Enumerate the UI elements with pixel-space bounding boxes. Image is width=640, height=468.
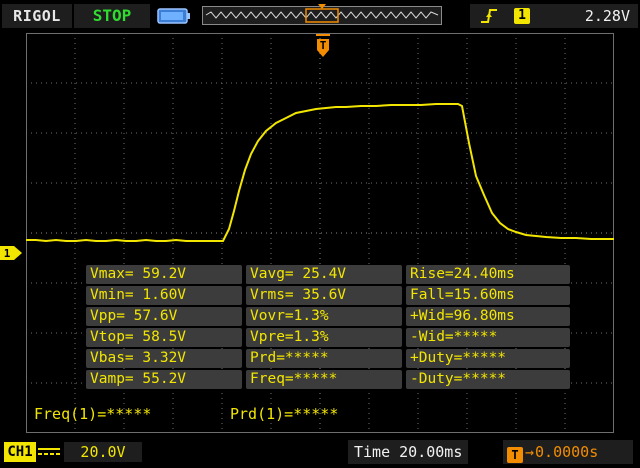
trigger-status[interactable]: 1 2.28V	[470, 4, 638, 28]
measurement-vpre: Vpre=1.3%	[246, 328, 402, 347]
dc-coupling-icon	[38, 448, 60, 455]
vertical-scale[interactable]: 20.0V	[64, 442, 142, 462]
measurement-vbase: Vbas= 3.32V	[86, 349, 242, 368]
measurement-vavg: Vavg= 25.4V	[246, 265, 402, 284]
battery-icon	[157, 8, 190, 24]
horizontal-timebase[interactable]: Time 20.00ms	[348, 440, 469, 464]
channel1-offset-marker[interactable]: 1	[0, 245, 24, 261]
run-stop-status[interactable]: STOP	[74, 4, 150, 28]
memory-timeline[interactable]	[202, 3, 442, 27]
trigger-level: 2.28V	[584, 7, 630, 25]
measurement-vpp: Vpp= 57.6V	[86, 307, 242, 326]
trigger-marker-label: T	[320, 39, 327, 52]
measurement-neg-width: -Wid=*****	[406, 328, 570, 347]
period-counter: Prd(1)=*****	[230, 405, 339, 423]
bottom-status-bar: CH1 20.0V Time 20.00ms T →0.0000s	[0, 438, 640, 468]
channel1-waveform	[26, 103, 614, 243]
measurement-freq: Freq=*****	[246, 370, 402, 389]
trigger-offset[interactable]: T →0.0000s	[503, 440, 633, 464]
measurement-period: Prd=*****	[246, 349, 402, 368]
channel1-badge[interactable]: CH1	[4, 442, 36, 462]
measurement-vrms: Vrms= 35.6V	[246, 286, 402, 305]
measurement-pos-width: +Wid=96.80ms	[406, 307, 570, 326]
trigger-offset-icon: T	[507, 447, 523, 463]
measurement-vmin: Vmin= 1.60V	[86, 286, 242, 305]
trigger-source-badge: 1	[514, 8, 530, 24]
measurement-pos-duty: +Duty=*****	[406, 349, 570, 368]
top-status-bar: RIGOL STOP 1 2.28V	[0, 0, 640, 32]
measurement-neg-duty: -Duty=*****	[406, 370, 570, 389]
measurement-panel: Vmax= 59.2V Vavg= 25.4V Rise=24.40ms Vmi…	[86, 265, 570, 389]
measurement-vtop: Vtop= 58.5V	[86, 328, 242, 347]
measurement-rise: Rise=24.40ms	[406, 265, 570, 284]
rising-edge-icon	[481, 9, 497, 23]
trigger-offset-value: 0.0000s	[535, 443, 599, 461]
measurement-fall: Fall=15.60ms	[406, 286, 570, 305]
channel-marker-label: 1	[4, 247, 11, 260]
brand-logo: RIGOL	[2, 4, 72, 28]
measurement-vmax: Vmax= 59.2V	[86, 265, 242, 284]
frequency-counter: Freq(1)=*****	[34, 405, 152, 423]
measurement-vamp: Vamp= 55.2V	[86, 370, 242, 389]
measurement-vovr: Vovr=1.3%	[246, 307, 402, 326]
trigger-position-marker[interactable]: T	[316, 34, 330, 58]
